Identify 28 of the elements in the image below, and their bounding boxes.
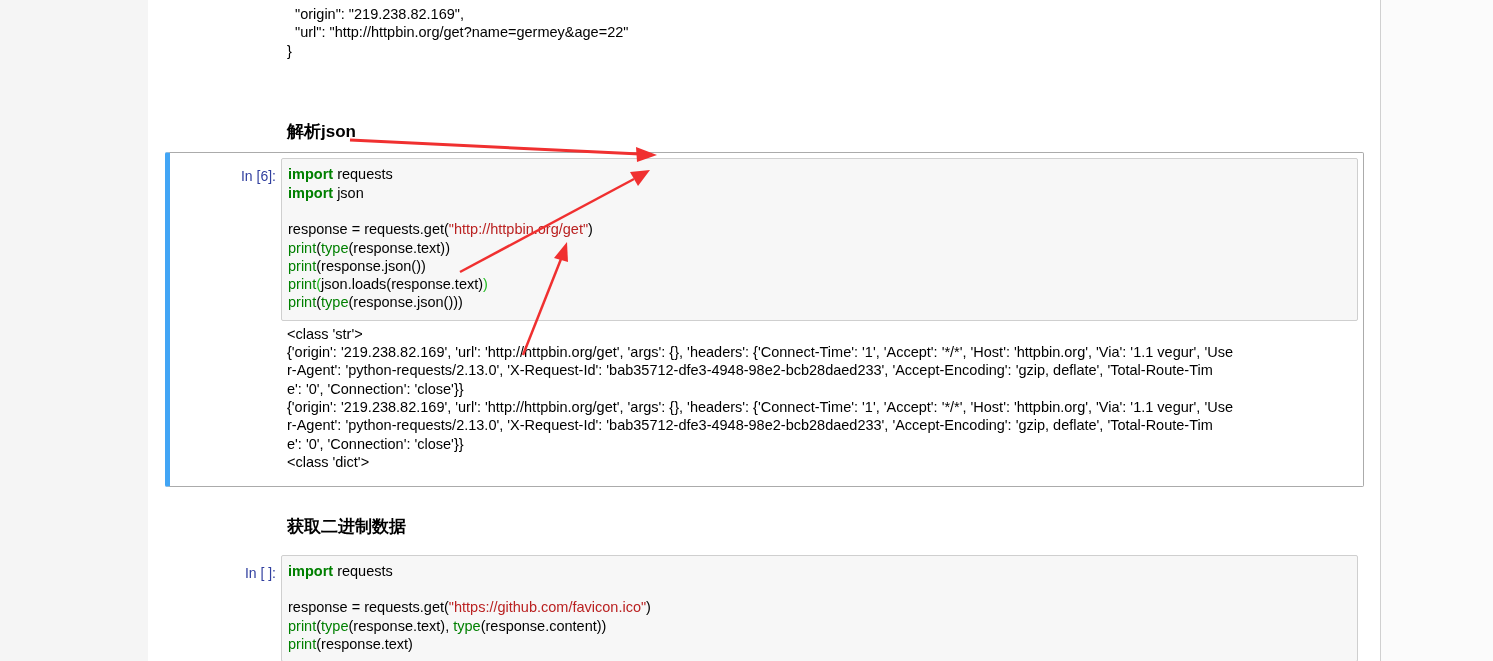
code-line: print(json.loads(response.text)) — [288, 275, 489, 294]
code-line: print(type(response.text), type(response.content)) — [288, 616, 608, 635]
output-line: "origin": "219.238.82.169", — [294, 5, 465, 24]
code-line: response = requests.get("https://github.com/favicon.ico") — [288, 598, 652, 617]
output-line: <class 'str'> — [287, 324, 364, 344]
output-line: e': '0', 'Connection': 'close'}} — [287, 434, 465, 453]
code-line: print(response.json()) — [288, 256, 427, 276]
code-line: import requests — [288, 561, 394, 580]
output-line: {'origin': '219.238.82.169', 'url': 'http://httpbin.org/get', 'args': {}, 'headers': {'Connect-Time': '1', 'Accept': '*/*', 'Host': 'httpbin.org', 'Via': '1.1 vegur', 'Use — [287, 397, 1234, 417]
section-heading: 获取二进制数据 — [287, 516, 406, 539]
section-heading: 解析json — [287, 120, 356, 143]
output-line: "url": "http://httpbin.org/get?name=germey&age=22" — [294, 23, 630, 42]
output-line: {'origin': '219.238.82.169', 'url': 'http://httpbin.org/get', 'args': {}, 'headers': {'Connect-Time': '1', 'Accept': '*/*', 'Host': 'httpbin.org', 'Via': '1.1 vegur', 'Use — [287, 343, 1234, 362]
output-line: e': '0', 'Connection': 'close'}} — [287, 379, 465, 398]
output-line: } — [287, 41, 293, 60]
notebook-cell[interactable] — [165, 152, 1364, 488]
notebook-cell[interactable]: In [ ]: import requests response = requests.get("https://github.com/favicon.ico") print(type(response.text), type(response.content)) print(response.text) — [165, 548, 1364, 661]
code-line: print(type(response.json())) — [288, 293, 464, 312]
code-line: import requests — [288, 165, 394, 184]
code-line: import json — [288, 183, 365, 202]
code-line: print(type(response.text)) — [288, 238, 452, 257]
output-line: r-Agent': 'python-requests/2.13.0', 'X-Request-Id': 'bab35712-dfe3-4948-98e2-bcb28daed233', 'Accept-Encoding': 'gzip, deflate', 'Total-Route-Tim — [287, 361, 1214, 380]
output-line: <class 'dict'> — [287, 452, 371, 472]
output-line: r-Agent': 'python-requests/2.13.0', 'X-Request-Id': 'bab35712-dfe3-4948-98e2-bcb28daed233', 'Accept-Encoding': 'gzip, deflate', 'Total-Route-Tim — [287, 416, 1214, 435]
cell-prompt: In [6]: — [240, 168, 276, 185]
code-editor[interactable]: import requests response = requests.get("https://github.com/favicon.ico") print(type(response.text), type(response.content)) print(response.text) — [281, 554, 1358, 661]
code-line: print(response.text) — [288, 634, 414, 654]
cell-prompt: In [ ]: — [244, 564, 276, 581]
